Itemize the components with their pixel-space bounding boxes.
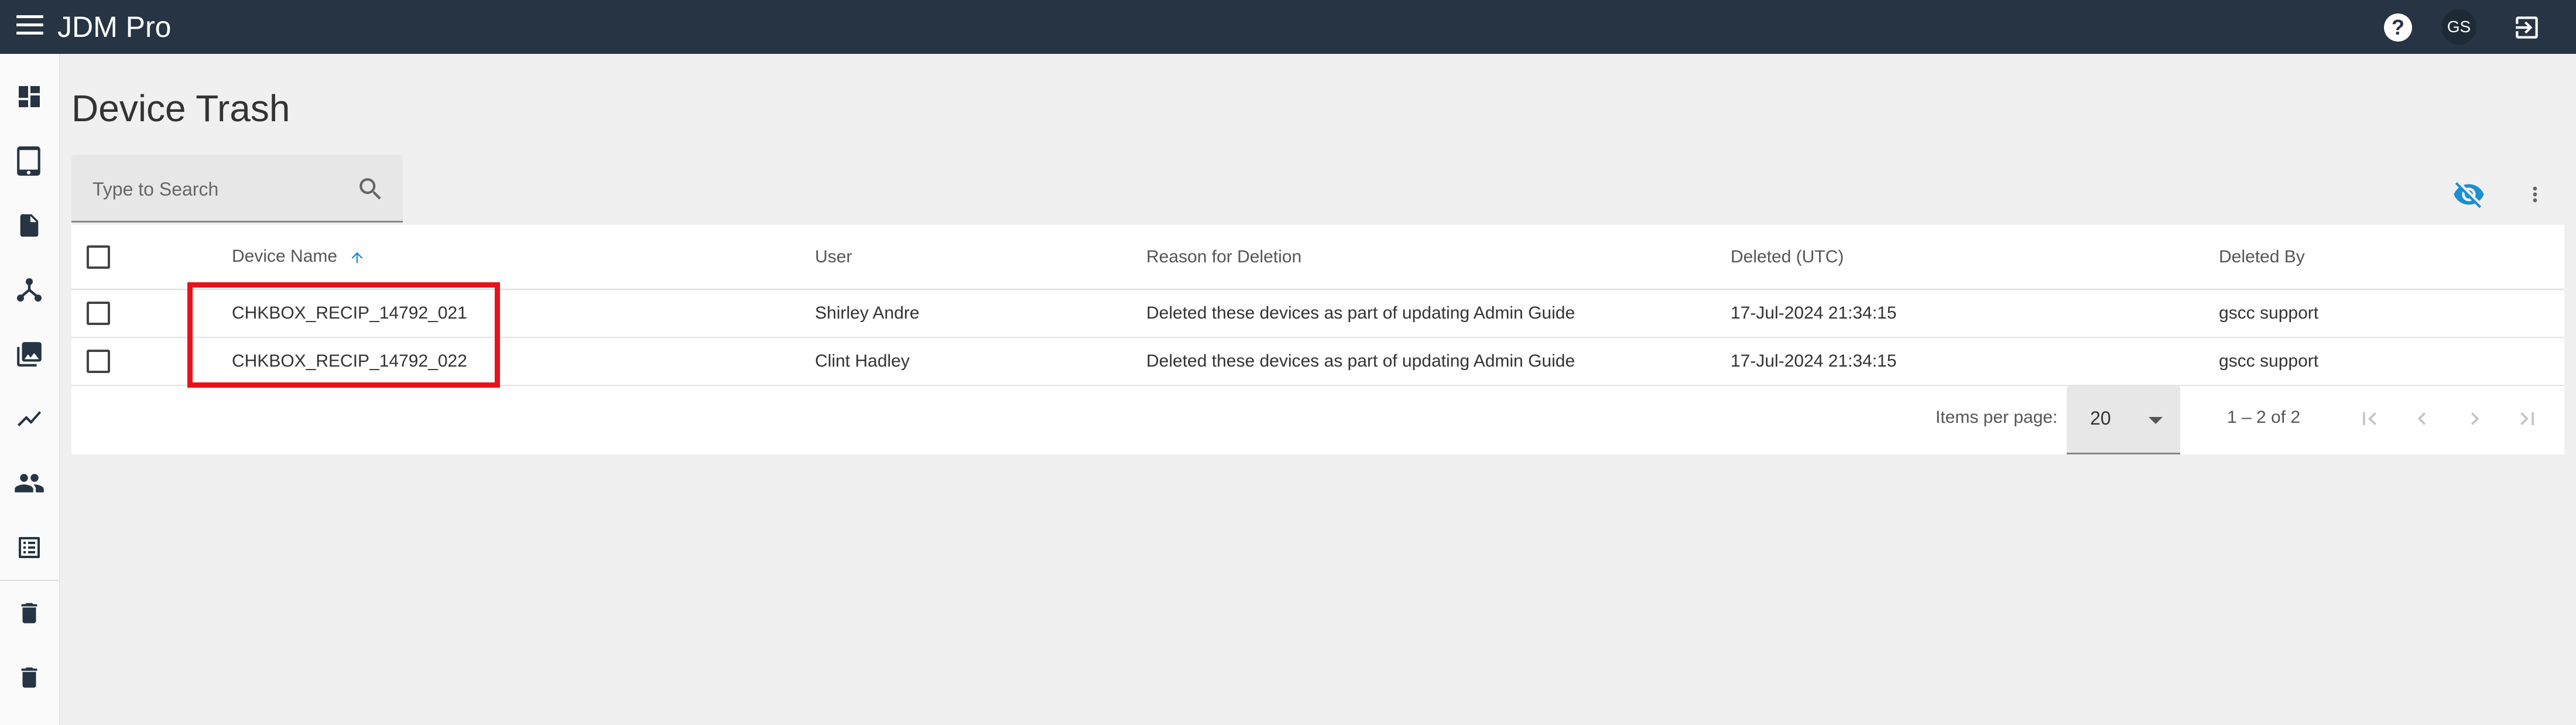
sidebar-item-documents[interactable] <box>0 199 59 252</box>
sidebar <box>0 54 60 725</box>
device-name-cell: CHKBOX_RECIP_14792_022 <box>232 351 467 371</box>
trash-icon <box>21 667 37 688</box>
tablet-icon <box>17 146 40 176</box>
sidebar-item-dashboard[interactable] <box>0 70 59 123</box>
select-all-checkbox[interactable] <box>87 245 110 269</box>
users-icon <box>15 474 44 493</box>
top-app-bar: JDM Pro ? GS <box>0 0 2576 54</box>
last-page-icon <box>2520 412 2534 425</box>
row-checkbox[interactable] <box>87 302 110 325</box>
deleted-cell: 17-Jul-2024 21:34:15 <box>1731 303 1897 323</box>
deleted-by-cell: gscc support <box>2219 351 2319 371</box>
page-title: Device Trash <box>71 87 290 129</box>
trash-icon <box>21 603 37 624</box>
page-range-label: 1 – 2 of 2 <box>2227 408 2301 427</box>
sidebar-item-list[interactable] <box>0 521 59 574</box>
first-page-icon <box>2363 412 2376 425</box>
arrow-up-icon <box>352 252 363 263</box>
device-name-cell: CHKBOX_RECIP_14792_021 <box>232 303 467 323</box>
table-header-row: Device Name User Reason for Deletion Del… <box>71 225 2564 289</box>
sidebar-item-analytics[interactable] <box>0 392 59 445</box>
column-header-device-name[interactable]: Device Name <box>232 225 815 289</box>
column-header-deleted-by[interactable]: Deleted By <box>2219 225 2564 289</box>
list-icon <box>19 537 40 558</box>
trend-icon <box>18 411 41 426</box>
sidebar-item-trash[interactable] <box>0 587 59 639</box>
more-vert-icon[interactable] <box>2523 178 2547 211</box>
sidebar-item-device-trash[interactable] <box>0 651 59 704</box>
last-page-button[interactable] <box>2507 398 2548 439</box>
table-row[interactable]: CHKBOX_RECIP_14792_021 Shirley Andre Del… <box>71 289 2564 337</box>
deleted-by-cell: gscc support <box>2219 303 2319 323</box>
column-header-deleted[interactable]: Deleted (UTC) <box>1731 225 2219 289</box>
menu-icon[interactable] <box>16 15 43 39</box>
device-trash-table: Device Name User Reason for Deletion Del… <box>71 225 2564 386</box>
app-title: JDM Pro <box>57 11 172 43</box>
dashboard-icon <box>19 86 40 107</box>
visibility-off-icon[interactable] <box>2450 178 2488 211</box>
previous-page-button[interactable] <box>2402 398 2443 439</box>
row-checkbox[interactable] <box>87 350 110 373</box>
sidebar-item-gallery[interactable] <box>0 328 59 381</box>
table-row[interactable]: CHKBOX_RECIP_14792_022 Clint Hadley Dele… <box>71 337 2564 385</box>
column-header-reason[interactable]: Reason for Deletion <box>1146 225 1731 289</box>
column-header-user[interactable]: User <box>815 225 1146 289</box>
sidebar-item-users[interactable] <box>0 457 59 509</box>
search-icon <box>359 178 381 200</box>
hierarchy-icon <box>17 278 42 302</box>
chevron-down-icon <box>2149 417 2163 424</box>
reason-cell: Deleted these devices as part of updatin… <box>1146 303 1575 323</box>
user-cell: Clint Hadley <box>815 351 910 371</box>
reason-cell: Deleted these devices as part of updatin… <box>1146 351 1575 371</box>
avatar[interactable]: GS <box>2441 9 2476 45</box>
document-icon <box>20 214 39 237</box>
gallery-icon <box>17 342 42 367</box>
sidebar-divider <box>0 580 59 581</box>
paginator: Items per page: 20 1 – 2 of 2 <box>71 385 2564 454</box>
help-icon[interactable]: ? <box>2384 13 2412 42</box>
next-page-button[interactable] <box>2454 398 2495 439</box>
first-page-button[interactable] <box>2349 398 2390 439</box>
search-input[interactable] <box>93 176 344 203</box>
items-per-page-label: Items per page: <box>1936 408 2058 427</box>
sidebar-item-hierarchy[interactable] <box>0 264 59 316</box>
items-per-page-select[interactable]: 20 <box>2067 385 2180 454</box>
deleted-cell: 17-Jul-2024 21:34:15 <box>1731 351 1897 371</box>
items-per-page-value: 20 <box>2090 408 2111 429</box>
chevron-right-icon <box>2471 412 2479 425</box>
user-cell: Shirley Andre <box>815 303 920 323</box>
logout-icon[interactable] <box>2512 13 2542 42</box>
search-field[interactable] <box>71 155 403 223</box>
chevron-left-icon <box>2417 412 2426 425</box>
sidebar-item-devices[interactable] <box>0 135 59 187</box>
